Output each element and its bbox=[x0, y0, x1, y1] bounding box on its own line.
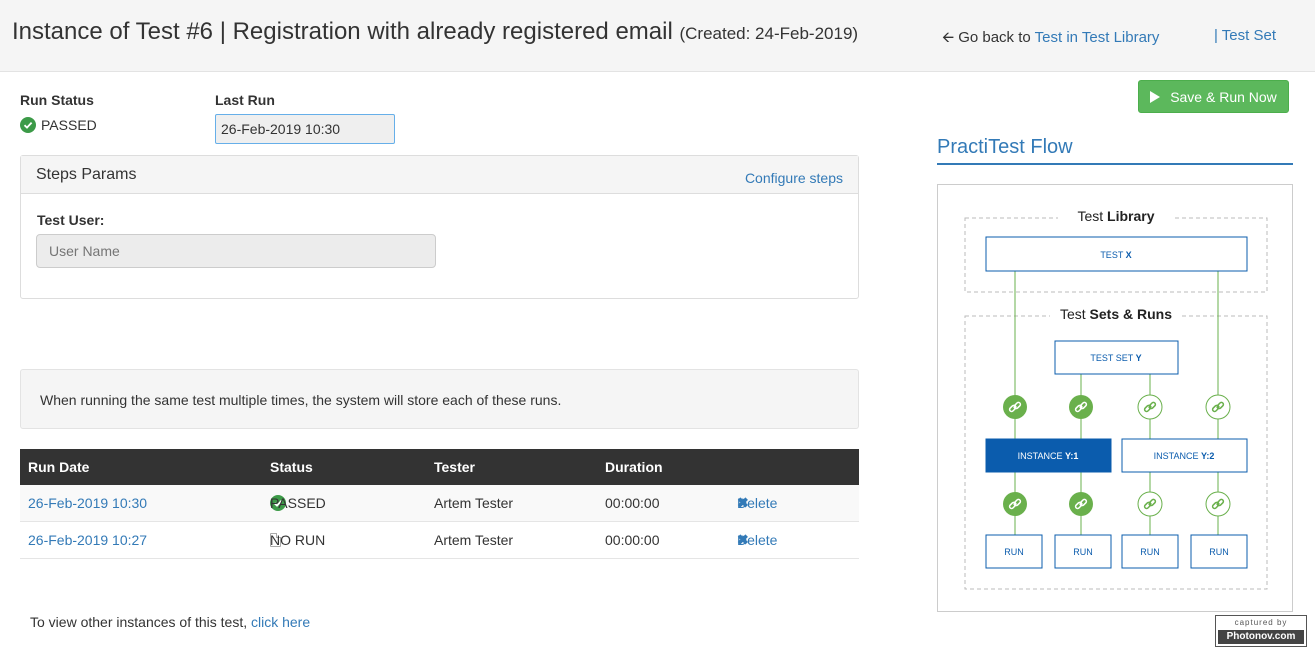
page-title: Instance of Test #6 | Registration with … bbox=[12, 18, 859, 45]
header-status: Status bbox=[270, 459, 313, 475]
tester-cell: Artem Tester bbox=[434, 495, 514, 511]
run-boxes: RUN RUN RUN RUN bbox=[985, 534, 1248, 569]
flow-title-underline bbox=[937, 163, 1293, 165]
table-row: 26-Feb-2019 10:30 PASSED Artem Tester 00… bbox=[20, 485, 859, 522]
run-date-link[interactable]: 26-Feb-2019 10:27 bbox=[28, 532, 147, 548]
svg-text:INSTANCE Y:2: INSTANCE Y:2 bbox=[1154, 451, 1215, 461]
header-run-date: Run Date bbox=[28, 459, 90, 475]
back-to-test-library-link[interactable]: Test in Test Library bbox=[1035, 29, 1160, 46]
created-date: (Created: 24-Feb-2019) bbox=[679, 24, 859, 43]
run-status-value: PASSED bbox=[41, 117, 97, 133]
flow-diagram: Test Library Test Sets & Runs TEST X TES… bbox=[937, 184, 1293, 612]
test-set-link[interactable]: | Test Set bbox=[1214, 27, 1276, 44]
duration-cell: 00:00:00 bbox=[605, 532, 660, 548]
svg-text:TEST X: TEST X bbox=[1100, 250, 1131, 260]
flow-diagram-svg: Test Library Test Sets & Runs TEST X TES… bbox=[964, 207, 1268, 590]
click-here-link[interactable]: click here bbox=[251, 614, 310, 630]
run-date-link[interactable]: 26-Feb-2019 10:30 bbox=[28, 495, 147, 511]
captured-by-watermark: captured by Photonov.com bbox=[1215, 615, 1307, 647]
flow-title: PractiTest Flow bbox=[937, 136, 1073, 158]
runs-table: Run Date Status Tester Duration 26-Feb-2… bbox=[20, 449, 859, 559]
back-nav: 🡨 Go back to Test in Test Library bbox=[942, 27, 1159, 52]
last-run-field[interactable] bbox=[215, 114, 395, 144]
run-status: PASSED bbox=[20, 117, 97, 133]
svg-text:RUN: RUN bbox=[1004, 547, 1024, 557]
other-instances-note: To view other instances of this test, cl… bbox=[30, 614, 311, 630]
svg-text:RUN: RUN bbox=[1073, 547, 1093, 557]
steps-params-header: Steps Params Configure steps bbox=[21, 156, 858, 194]
tester-cell: Artem Tester bbox=[434, 532, 514, 548]
play-icon bbox=[1150, 90, 1161, 103]
save-run-now-button[interactable]: Save & Run Now bbox=[1138, 80, 1289, 113]
info-message-box: When running the same test multiple time… bbox=[20, 369, 859, 429]
header-duration: Duration bbox=[605, 459, 663, 475]
check-circle-icon bbox=[20, 117, 36, 133]
svg-text:INSTANCE Y:1: INSTANCE Y:1 bbox=[1018, 451, 1079, 461]
run-status-label: Run Status bbox=[20, 92, 94, 108]
page-header: Instance of Test #6 | Registration with … bbox=[0, 0, 1315, 72]
last-run-label: Last Run bbox=[215, 92, 275, 108]
arrow-left-icon: 🡨 bbox=[942, 29, 955, 46]
svg-text:RUN: RUN bbox=[1209, 547, 1229, 557]
link-icon-row-bottom bbox=[1003, 491, 1231, 517]
test-library-label: Test Library bbox=[1077, 208, 1154, 224]
test-user-label: Test User: bbox=[37, 212, 105, 228]
test-user-input[interactable] bbox=[36, 234, 436, 268]
header-tester: Tester bbox=[434, 459, 475, 475]
link-icon-row-top bbox=[1003, 394, 1231, 420]
table-row: 26-Feb-2019 10:27 NO RUN Artem Tester 00… bbox=[20, 522, 859, 559]
info-message: When running the same test multiple time… bbox=[40, 392, 562, 408]
duration-cell: 00:00:00 bbox=[605, 495, 660, 511]
table-header: Run Date Status Tester Duration bbox=[20, 449, 859, 485]
svg-text:RUN: RUN bbox=[1140, 547, 1160, 557]
steps-params-panel: Steps Params Configure steps Test User: bbox=[20, 155, 859, 299]
steps-params-title: Steps Params bbox=[36, 166, 137, 183]
configure-steps-link[interactable]: Configure steps bbox=[745, 170, 843, 186]
svg-text:TEST SET Y: TEST SET Y bbox=[1090, 353, 1141, 363]
test-sets-runs-label: Test Sets & Runs bbox=[1060, 306, 1172, 322]
